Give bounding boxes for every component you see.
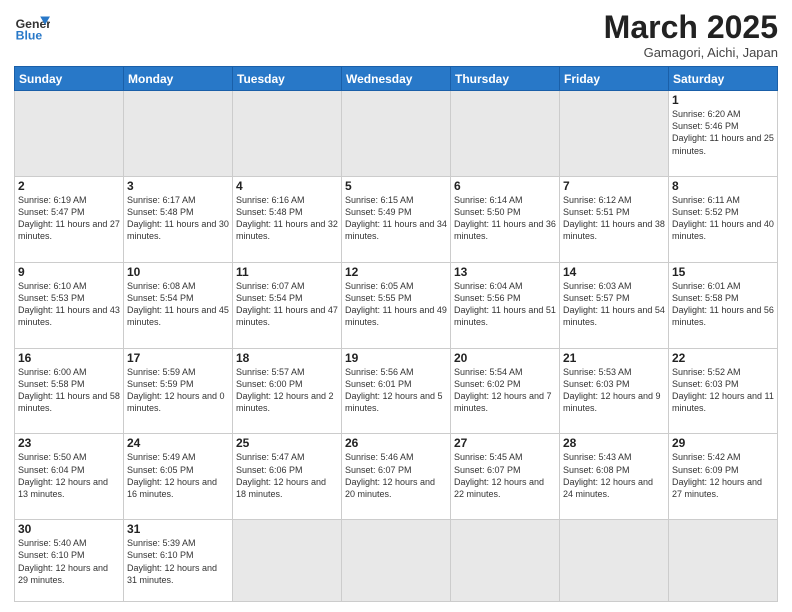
empty-cell [669,520,778,602]
header-saturday: Saturday [669,67,778,91]
day-9: 9 Sunrise: 6:10 AMSunset: 5:53 PMDayligh… [15,262,124,348]
page: General Blue March 2025 Gamagori, Aichi,… [0,0,792,612]
empty-cell [342,91,451,177]
weekday-header-row: Sunday Monday Tuesday Wednesday Thursday… [15,67,778,91]
day-13: 13 Sunrise: 6:04 AMSunset: 5:56 PMDaylig… [451,262,560,348]
header-friday: Friday [560,67,669,91]
day-5: 5 Sunrise: 6:15 AMSunset: 5:49 PMDayligh… [342,177,451,263]
day-11: 11 Sunrise: 6:07 AMSunset: 5:54 PMDaylig… [233,262,342,348]
day-27: 27 Sunrise: 5:45 AMSunset: 6:07 PMDaylig… [451,434,560,520]
day-6: 6 Sunrise: 6:14 AMSunset: 5:50 PMDayligh… [451,177,560,263]
logo: General Blue [14,10,50,46]
day-22: 22 Sunrise: 5:52 AMSunset: 6:03 PMDaylig… [669,348,778,434]
day-31: 31 Sunrise: 5:39 AMSunset: 6:10 PMDaylig… [124,520,233,602]
empty-cell [342,520,451,602]
day-30: 30 Sunrise: 5:40 AMSunset: 6:10 PMDaylig… [15,520,124,602]
day-21: 21 Sunrise: 5:53 AMSunset: 6:03 PMDaylig… [560,348,669,434]
week-row-3: 9 Sunrise: 6:10 AMSunset: 5:53 PMDayligh… [15,262,778,348]
empty-cell [451,91,560,177]
empty-cell [560,520,669,602]
week-row-6: 30 Sunrise: 5:40 AMSunset: 6:10 PMDaylig… [15,520,778,602]
title-block: March 2025 Gamagori, Aichi, Japan [604,10,778,60]
empty-cell [15,91,124,177]
week-row-2: 2 Sunrise: 6:19 AMSunset: 5:47 PMDayligh… [15,177,778,263]
day-12: 12 Sunrise: 6:05 AMSunset: 5:55 PMDaylig… [342,262,451,348]
day-4: 4 Sunrise: 6:16 AMSunset: 5:48 PMDayligh… [233,177,342,263]
day-25: 25 Sunrise: 5:47 AMSunset: 6:06 PMDaylig… [233,434,342,520]
day-10: 10 Sunrise: 6:08 AMSunset: 5:54 PMDaylig… [124,262,233,348]
header-thursday: Thursday [451,67,560,91]
day-24: 24 Sunrise: 5:49 AMSunset: 6:05 PMDaylig… [124,434,233,520]
day-23: 23 Sunrise: 5:50 AMSunset: 6:04 PMDaylig… [15,434,124,520]
day-18: 18 Sunrise: 5:57 AMSunset: 6:00 PMDaylig… [233,348,342,434]
week-row-1: 1 Sunrise: 6:20 AMSunset: 5:46 PMDayligh… [15,91,778,177]
empty-cell [233,91,342,177]
day-14: 14 Sunrise: 6:03 AMSunset: 5:57 PMDaylig… [560,262,669,348]
day-1: 1 Sunrise: 6:20 AMSunset: 5:46 PMDayligh… [669,91,778,177]
day-29: 29 Sunrise: 5:42 AMSunset: 6:09 PMDaylig… [669,434,778,520]
calendar-table: Sunday Monday Tuesday Wednesday Thursday… [14,66,778,602]
empty-cell [560,91,669,177]
day-15: 15 Sunrise: 6:01 AMSunset: 5:58 PMDaylig… [669,262,778,348]
day-2: 2 Sunrise: 6:19 AMSunset: 5:47 PMDayligh… [15,177,124,263]
day-26: 26 Sunrise: 5:46 AMSunset: 6:07 PMDaylig… [342,434,451,520]
day-3: 3 Sunrise: 6:17 AMSunset: 5:48 PMDayligh… [124,177,233,263]
empty-cell [124,91,233,177]
empty-cell [451,520,560,602]
logo-icon: General Blue [14,10,50,46]
header-tuesday: Tuesday [233,67,342,91]
week-row-4: 16 Sunrise: 6:00 AMSunset: 5:58 PMDaylig… [15,348,778,434]
header-wednesday: Wednesday [342,67,451,91]
header: General Blue March 2025 Gamagori, Aichi,… [14,10,778,60]
day-17: 17 Sunrise: 5:59 AMSunset: 5:59 PMDaylig… [124,348,233,434]
month-title: March 2025 [604,10,778,45]
day-20: 20 Sunrise: 5:54 AMSunset: 6:02 PMDaylig… [451,348,560,434]
svg-text:Blue: Blue [16,28,43,42]
day-28: 28 Sunrise: 5:43 AMSunset: 6:08 PMDaylig… [560,434,669,520]
empty-cell [233,520,342,602]
day-19: 19 Sunrise: 5:56 AMSunset: 6:01 PMDaylig… [342,348,451,434]
day-16: 16 Sunrise: 6:00 AMSunset: 5:58 PMDaylig… [15,348,124,434]
week-row-5: 23 Sunrise: 5:50 AMSunset: 6:04 PMDaylig… [15,434,778,520]
day-7: 7 Sunrise: 6:12 AMSunset: 5:51 PMDayligh… [560,177,669,263]
header-sunday: Sunday [15,67,124,91]
header-monday: Monday [124,67,233,91]
subtitle: Gamagori, Aichi, Japan [604,45,778,60]
day-8: 8 Sunrise: 6:11 AMSunset: 5:52 PMDayligh… [669,177,778,263]
